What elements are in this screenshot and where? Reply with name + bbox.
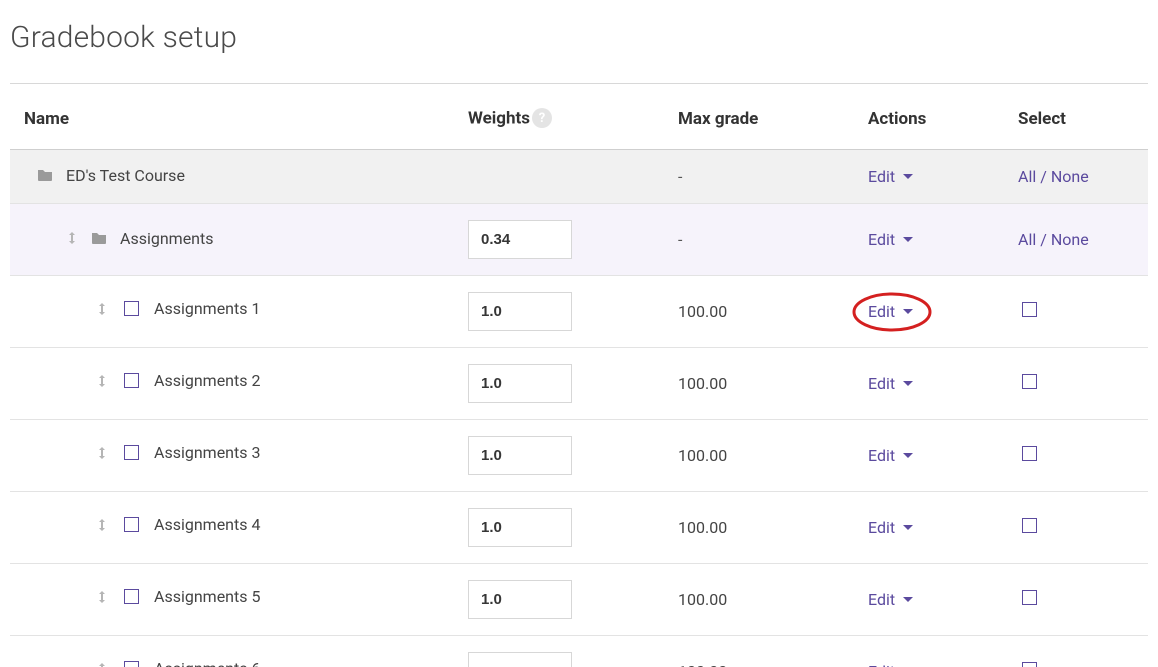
select-none-link[interactable]: None [1051,167,1089,186]
row-move-checkbox[interactable] [124,589,139,604]
edit-label: Edit [868,446,895,465]
weight-input[interactable] [468,436,572,475]
edit-dropdown[interactable]: Edit [868,662,913,667]
column-header-select: Select [1010,84,1148,149]
drag-handle-icon[interactable] [96,301,108,317]
row-move-checkbox[interactable] [124,661,139,667]
item-label: Assignments 1 [154,299,260,318]
select-row-checkbox[interactable] [1022,662,1037,667]
weight-input[interactable] [468,292,572,331]
help-icon[interactable]: ? [532,108,552,128]
caret-down-icon [903,381,913,386]
row-move-checkbox[interactable] [124,445,139,460]
select-row-checkbox[interactable] [1022,518,1037,533]
edit-label: Edit [868,662,895,667]
category-row: ED's Test Course - Edit All/None [10,149,1148,204]
category-label: ED's Test Course [66,166,185,185]
caret-down-icon [903,174,913,179]
caret-down-icon [903,237,913,242]
weight-input[interactable] [468,652,572,667]
edit-label: Edit [868,374,895,393]
edit-dropdown[interactable]: Edit [868,374,913,393]
row-move-checkbox[interactable] [124,373,139,388]
caret-down-icon [903,525,913,530]
edit-label: Edit [868,230,895,249]
weights-header-label: Weights [468,109,530,129]
weight-input[interactable] [468,220,572,259]
folder-icon [36,167,54,183]
edit-dropdown[interactable]: Edit [868,302,913,321]
column-header-weights: Weights? [460,84,670,149]
item-label: Assignments 2 [154,371,260,390]
column-header-max: Max grade [670,84,860,149]
weight-input[interactable] [468,508,572,547]
drag-handle-icon[interactable] [66,230,78,246]
weight-input[interactable] [468,364,572,403]
drag-handle-icon[interactable] [96,373,108,389]
select-all-link[interactable]: All [1018,230,1036,249]
table-row: Assignments 3 100.00 Edit [10,420,1148,492]
row-move-checkbox[interactable] [124,517,139,532]
edit-label: Edit [868,518,895,537]
item-label: Assignments 3 [154,443,260,462]
edit-dropdown[interactable]: Edit [868,518,913,537]
table-row: Assignments 5 100.00 Edit [10,564,1148,636]
category-label: Assignments [120,229,214,248]
edit-dropdown[interactable]: Edit [868,590,913,609]
edit-label: Edit [868,302,895,321]
column-header-actions: Actions [860,84,1010,149]
max-grade-value: 100.00 [678,662,727,667]
table-row: Assignments 2 100.00 Edit [10,348,1148,420]
drag-handle-icon[interactable] [96,589,108,605]
drag-handle-icon[interactable] [96,661,108,667]
page-title: Gradebook setup [10,20,1148,55]
drag-handle-icon[interactable] [96,445,108,461]
edit-label: Edit [868,167,895,186]
max-grade-value: 100.00 [678,590,727,609]
select-all-link[interactable]: All [1018,167,1036,186]
select-row-checkbox[interactable] [1022,302,1037,317]
item-label: Assignments 5 [154,587,260,606]
caret-down-icon [903,309,913,314]
max-grade-value: 100.00 [678,374,727,393]
max-grade-value: 100.00 [678,446,727,465]
drag-handle-icon[interactable] [96,517,108,533]
caret-down-icon [903,453,913,458]
folder-icon [90,230,108,246]
select-row-checkbox[interactable] [1022,590,1037,605]
category-row: Assignments - Edit All/None [10,204,1148,276]
table-row: Assignments 6 100.00 Edit [10,636,1148,667]
item-label: Assignments 6 [154,659,260,667]
item-label: Assignments 4 [154,515,260,534]
caret-down-icon [903,597,913,602]
column-header-name: Name [10,84,460,149]
highlight-annotation: Edit [868,302,913,321]
edit-dropdown[interactable]: Edit [868,167,913,186]
weight-input[interactable] [468,580,572,619]
max-grade-value: 100.00 [678,302,727,321]
select-row-checkbox[interactable] [1022,374,1037,389]
edit-dropdown[interactable]: Edit [868,230,913,249]
max-grade-value: - [678,230,682,249]
select-none-link[interactable]: None [1051,230,1089,249]
row-move-checkbox[interactable] [124,301,139,316]
select-separator: / [1036,167,1051,186]
max-grade-value: - [678,167,682,186]
gradebook-table: Name Weights? Max grade Actions Select E… [10,84,1148,667]
select-row-checkbox[interactable] [1022,446,1037,461]
select-separator: / [1036,230,1051,249]
edit-dropdown[interactable]: Edit [868,446,913,465]
max-grade-value: 100.00 [678,518,727,537]
table-row: Assignments 1 100.00 Edit [10,276,1148,348]
edit-label: Edit [868,590,895,609]
table-row: Assignments 4 100.00 Edit [10,492,1148,564]
table-header-row: Name Weights? Max grade Actions Select [10,84,1148,149]
